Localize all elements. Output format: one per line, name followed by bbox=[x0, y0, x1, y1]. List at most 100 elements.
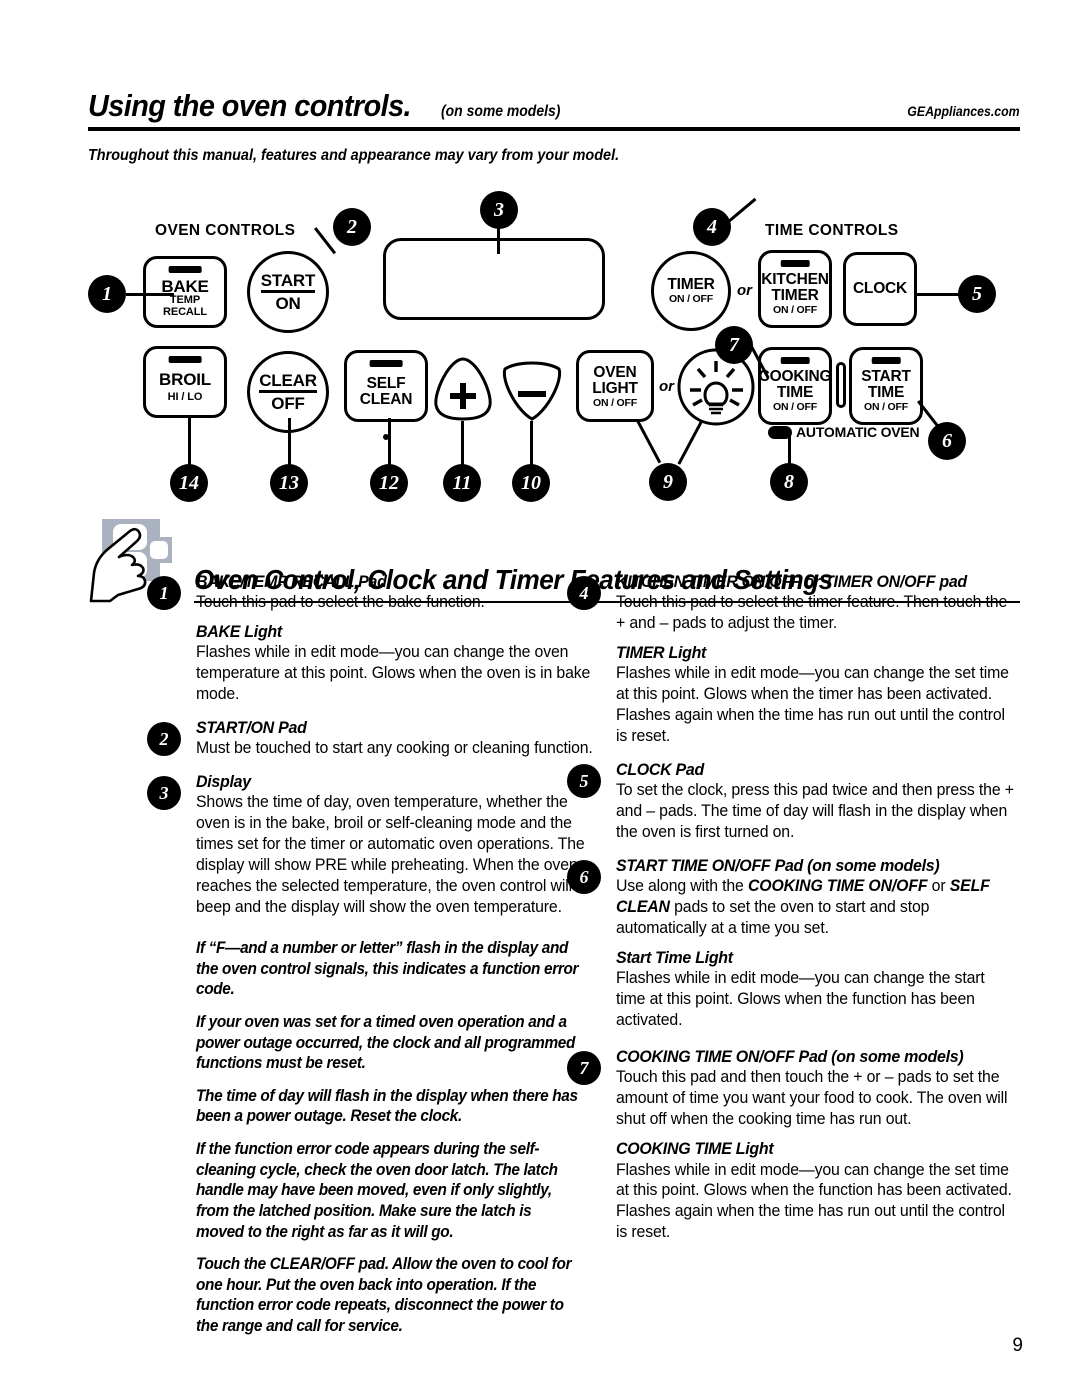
bake-key[interactable]: BAKE TEMP RECALL bbox=[143, 256, 227, 328]
timer-key[interactable]: TIMER ON / OFF bbox=[651, 251, 731, 331]
clear-off-key-line1: CLEAR bbox=[259, 371, 317, 393]
callout-6: 6 bbox=[928, 422, 966, 460]
entry-6-number: 6 bbox=[567, 860, 601, 895]
callout-5: 5 bbox=[958, 275, 996, 313]
entry-2-number: 2 bbox=[147, 722, 181, 757]
broil-key[interactable]: BROIL HI / LO bbox=[143, 346, 227, 418]
entry-2-body: Must be touched to start any cooking or … bbox=[196, 739, 593, 758]
entry-2-title: START/ON Pad bbox=[196, 718, 307, 738]
content-columns: 1 BAKE/TEMP RECALL Pad Touch this pad to… bbox=[88, 572, 1023, 1335]
bake-key-sublabel: TEMP RECALL bbox=[162, 294, 207, 318]
note-paragraph-2: If your oven was set for a timed oven op… bbox=[196, 1012, 576, 1073]
entry-2: 2 START/ON Pad Must be touched to start … bbox=[147, 718, 611, 759]
timer-key-onoff: ON / OFF bbox=[669, 293, 713, 306]
broil-key-sublabel: HI / LO bbox=[167, 390, 203, 403]
entry-7: 7 COOKING TIME ON/OFF Pad (on some model… bbox=[567, 1047, 1031, 1243]
or-label-light: or bbox=[659, 378, 674, 395]
kitchen-timer-key-onoff: ON / OFF bbox=[773, 304, 817, 317]
or-label-timer: or bbox=[737, 282, 752, 299]
leader-12 bbox=[388, 418, 391, 466]
minus-key[interactable] bbox=[499, 355, 565, 423]
kitchen-timer-key-line2: TIMER bbox=[771, 286, 819, 304]
oven-light-key-line1: OVEN bbox=[593, 363, 637, 381]
timer-key-label: TIMER bbox=[667, 275, 715, 293]
page-number: 9 bbox=[1012, 1335, 1023, 1356]
timer-light-heading: TIMER Light bbox=[616, 642, 707, 662]
start-time-key-line1: START bbox=[861, 367, 911, 385]
entry-5: 5 CLOCK Pad To set the clock, press this… bbox=[567, 760, 1031, 843]
broil-key-label: BROIL bbox=[159, 369, 211, 389]
page-title-qualifier: (on some models) bbox=[441, 103, 561, 120]
start-time-light-heading: Start Time Light bbox=[616, 947, 733, 967]
oven-light-key-line2: LIGHT bbox=[592, 379, 638, 397]
cooking-time-key[interactable]: COOKING TIME ON / OFF bbox=[758, 347, 832, 425]
oven-controls-label: OVEN CONTROLS bbox=[155, 222, 296, 239]
self-clean-key[interactable]: SELF CLEAN bbox=[344, 350, 428, 422]
callout-14: 14 bbox=[170, 464, 208, 502]
timer-light-body: Flashes while in edit mode—you can chang… bbox=[616, 664, 1009, 746]
clock-key[interactable]: CLOCK bbox=[843, 252, 917, 326]
kitchen-timer-key-line1: KITCHEN bbox=[761, 270, 829, 288]
header-title-group: Using the oven controls. (on some models… bbox=[88, 88, 574, 124]
callout-4: 4 bbox=[693, 208, 731, 246]
plus-key[interactable] bbox=[430, 355, 496, 423]
clock-key-label: CLOCK bbox=[852, 280, 908, 298]
pad-link-connector bbox=[836, 362, 846, 408]
automatic-oven-label: AUTOMATIC OVEN bbox=[796, 424, 920, 440]
leader-14 bbox=[188, 418, 191, 466]
entry-4-title: KITCHEN TIMER ON/OFF or TIMER ON/OFF pad bbox=[616, 572, 967, 591]
self-clean-key-line1: SELF bbox=[366, 375, 406, 393]
page-header: Using the oven controls. (on some models… bbox=[88, 88, 1020, 165]
kitchen-timer-key[interactable]: KITCHEN TIMER ON / OFF bbox=[758, 250, 832, 328]
callout-11: 11 bbox=[443, 464, 481, 502]
bake-light-body: Flashes while in edit mode—you can chang… bbox=[196, 643, 591, 704]
entry-5-body: To set the clock, press this pad twice a… bbox=[616, 781, 1014, 842]
start-time-key[interactable]: START TIME ON / OFF bbox=[849, 347, 923, 425]
oven-light-key[interactable]: OVEN LIGHT ON / OFF bbox=[576, 350, 654, 422]
entry-3-title: Display bbox=[196, 772, 251, 792]
entry-6-body: Use along with the COOKING TIME ON/OFF o… bbox=[616, 876, 1014, 939]
leader-1 bbox=[126, 293, 174, 296]
entry-3: 3 Display Shows the time of day, oven te… bbox=[147, 772, 611, 918]
leader-11 bbox=[461, 421, 464, 466]
start-time-key-onoff: ON / OFF bbox=[864, 401, 908, 414]
cooking-time-light-body: Flashes while in edit mode—you can chang… bbox=[616, 1160, 1012, 1242]
time-controls-label: TIME CONTROLS bbox=[765, 222, 899, 239]
entry-4: 4 KITCHEN TIMER ON/OFF or TIMER ON/OFF p… bbox=[567, 572, 1031, 747]
entry-6-body-pre: Use along with the bbox=[616, 877, 748, 896]
cooking-time-indicator-light bbox=[780, 357, 810, 364]
manual-note: Throughout this manual, features and app… bbox=[88, 147, 620, 164]
callout-10: 10 bbox=[512, 464, 550, 502]
callout-1: 1 bbox=[88, 275, 126, 313]
self-clean-key-line2: CLEAN bbox=[359, 391, 413, 408]
control-panel-diagram: OVEN CONTROLS TIME CONTROLS BAKE TEMP REC… bbox=[0, 190, 1080, 510]
website-label: GEAppliances.com bbox=[907, 103, 1020, 119]
leader-8 bbox=[788, 433, 791, 465]
entry-3-body: Shows the time of day, oven temperature,… bbox=[196, 793, 585, 917]
callout-12: 12 bbox=[370, 464, 408, 502]
start-on-key[interactable]: START ON bbox=[247, 251, 329, 333]
start-time-indicator-light bbox=[871, 357, 901, 364]
start-on-key-line2: ON bbox=[275, 294, 301, 313]
entry-1-title: BAKE/TEMP RECALL Pad bbox=[196, 572, 387, 591]
leader-13 bbox=[288, 418, 291, 466]
callout-8: 8 bbox=[770, 463, 808, 501]
page-title: Using the oven controls. bbox=[88, 88, 412, 123]
note-paragraph-3: The time of day will flash in the displa… bbox=[196, 1086, 578, 1126]
entry-6-body-mid: or bbox=[927, 877, 950, 896]
note-paragraph-5: Touch the CLEAR/OFF pad. Allow the oven … bbox=[196, 1255, 572, 1336]
entry-1: 1 BAKE/TEMP RECALL Pad Touch this pad to… bbox=[147, 572, 611, 705]
entry-6-title: START TIME ON/OFF Pad (on some models) bbox=[616, 856, 940, 876]
oven-light-key-onoff: ON / OFF bbox=[593, 397, 637, 410]
kitchen-timer-indicator-light bbox=[780, 260, 810, 267]
display-window bbox=[383, 238, 605, 320]
entry-7-body: Touch this pad and then touch the + or –… bbox=[616, 1068, 1008, 1129]
right-column: 4 KITCHEN TIMER ON/OFF or TIMER ON/OFF p… bbox=[567, 572, 1031, 1253]
entry-4-body: Touch this pad to select the timer featu… bbox=[616, 593, 1008, 632]
bake-indicator-light bbox=[168, 266, 202, 273]
self-clean-indicator-light bbox=[369, 360, 403, 367]
entry-3-number: 3 bbox=[147, 776, 181, 811]
header-row: Using the oven controls. (on some models… bbox=[88, 88, 1020, 124]
cooking-time-light-heading: COOKING TIME Light bbox=[616, 1139, 774, 1159]
clear-off-key-line2: OFF bbox=[271, 394, 305, 413]
